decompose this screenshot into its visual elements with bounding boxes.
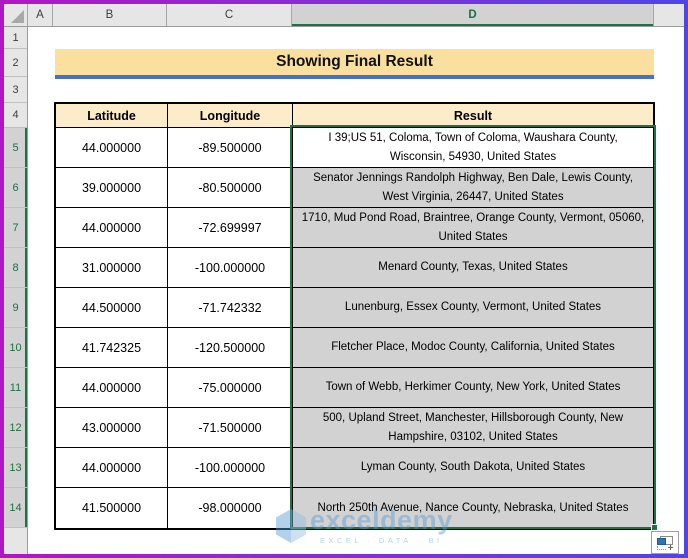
row-header-3[interactable]: 3: [4, 77, 27, 103]
result-cell-active[interactable]: I 39;US 51, Coloma, Town of Coloma, Waus…: [293, 128, 653, 168]
row-header-5[interactable]: 5: [4, 128, 27, 168]
longitude-cell[interactable]: -71.500000: [168, 408, 293, 448]
longitude-cell[interactable]: -100.000000: [168, 448, 293, 488]
result-cell[interactable]: Lyman County, South Dakota, United State…: [293, 448, 653, 488]
row-header-1[interactable]: 1: [4, 27, 27, 49]
result-cell[interactable]: Menard County, Texas, United States: [293, 248, 653, 288]
column-header-b[interactable]: B: [53, 4, 167, 26]
table-row: 44.000000 -72.699997 1710, Mud Pond Road…: [56, 208, 653, 248]
watermark-tagline: EXCEL · DATA · BI: [319, 536, 443, 545]
select-all-button[interactable]: [4, 4, 28, 26]
row-header-12[interactable]: 12: [4, 408, 27, 448]
latitude-cell[interactable]: 31.000000: [56, 248, 168, 288]
table-row: 41.500000 -98.000000 North 250th Avenue,…: [56, 488, 653, 528]
result-cell[interactable]: 500, Upland Street, Manchester, Hillsbor…: [293, 408, 653, 448]
longitude-cell[interactable]: -100.000000: [168, 248, 293, 288]
row-header-10[interactable]: 10: [4, 328, 27, 368]
latitude-cell[interactable]: 44.000000: [56, 368, 168, 408]
longitude-cell[interactable]: -120.500000: [168, 328, 293, 368]
latitude-cell[interactable]: 41.742325: [56, 328, 168, 368]
longitude-cell[interactable]: -80.500000: [168, 168, 293, 208]
longitude-cell[interactable]: -98.000000: [168, 488, 293, 528]
result-cell[interactable]: Senator Jennings Randolph Highway, Ben D…: [293, 168, 653, 208]
longitude-cell[interactable]: -71.742332: [168, 288, 293, 328]
row-header-7[interactable]: 7: [4, 208, 27, 248]
header-latitude[interactable]: Latitude: [56, 104, 168, 128]
row-header-2[interactable]: 2: [4, 49, 27, 77]
column-header-filler: [654, 4, 684, 26]
result-cell[interactable]: Lunenburg, Essex County, Vermont, United…: [293, 288, 653, 328]
column-header-d-selected[interactable]: D: [292, 4, 654, 26]
screenshot-frame: A B C D 1 2 3 4 5 6 7 8 9 10 11 12 13 14…: [0, 0, 688, 558]
row-header-14[interactable]: 14: [4, 488, 27, 528]
row-header-11[interactable]: 11: [4, 368, 27, 408]
result-cell[interactable]: Fletcher Place, Modoc County, California…: [293, 328, 653, 368]
latitude-cell[interactable]: 44.000000: [56, 448, 168, 488]
row-header-6[interactable]: 6: [4, 168, 27, 208]
latitude-cell[interactable]: 41.500000: [56, 488, 168, 528]
result-cell[interactable]: North 250th Avenue, Nance County, Nebras…: [293, 488, 653, 528]
row-header-15-partial[interactable]: [4, 528, 27, 554]
longitude-cell[interactable]: -89.500000: [168, 128, 293, 168]
table-row: 39.000000 -80.500000 Senator Jennings Ra…: [56, 168, 653, 208]
paste-options-button[interactable]: +: [651, 531, 679, 554]
title-accent-bar: [55, 75, 654, 79]
worksheet: A B C D 1 2 3 4 5 6 7 8 9 10 11 12 13 14…: [4, 4, 684, 554]
row-header-8[interactable]: 8: [4, 248, 27, 288]
table-row: 44.500000 -71.742332 Lunenburg, Essex Co…: [56, 288, 653, 328]
column-header-a[interactable]: A: [28, 4, 53, 26]
fill-handle[interactable]: [651, 524, 658, 531]
row-header-13[interactable]: 13: [4, 448, 27, 488]
longitude-cell[interactable]: -75.000000: [168, 368, 293, 408]
table-row: 41.742325 -120.500000 Fletcher Place, Mo…: [56, 328, 653, 368]
table-row: 44.000000 -89.500000 I 39;US 51, Coloma,…: [56, 128, 653, 168]
row-header-9[interactable]: 9: [4, 288, 27, 328]
select-all-triangle-icon: [11, 10, 24, 23]
latitude-cell[interactable]: 39.000000: [56, 168, 168, 208]
results-table: Latitude Longitude Result 44.000000 -89.…: [54, 102, 655, 530]
table-header-row: Latitude Longitude Result: [56, 104, 653, 128]
row-header-4[interactable]: 4: [4, 103, 27, 128]
latitude-cell[interactable]: 44.000000: [56, 208, 168, 248]
paste-options-icon: +: [656, 535, 674, 553]
result-cell[interactable]: Town of Webb, Herkimer County, New York,…: [293, 368, 653, 408]
column-header-c[interactable]: C: [167, 4, 292, 26]
title-cell[interactable]: Showing Final Result: [55, 49, 654, 75]
table-row: 44.000000 -100.000000 Lyman County, Sout…: [56, 448, 653, 488]
result-cell[interactable]: 1710, Mud Pond Road, Braintree, Orange C…: [293, 208, 653, 248]
table-row: 31.000000 -100.000000 Menard County, Tex…: [56, 248, 653, 288]
longitude-cell[interactable]: -72.699997: [168, 208, 293, 248]
header-result[interactable]: Result: [293, 104, 653, 128]
latitude-cell[interactable]: 44.000000: [56, 128, 168, 168]
table-row: 43.000000 -71.500000 500, Upland Street,…: [56, 408, 653, 448]
latitude-cell[interactable]: 43.000000: [56, 408, 168, 448]
table-row: 44.000000 -75.000000 Town of Webb, Herki…: [56, 368, 653, 408]
latitude-cell[interactable]: 44.500000: [56, 288, 168, 328]
row-header-strip: 1 2 3 4 5 6 7 8 9 10 11 12 13 14: [4, 27, 28, 554]
header-longitude[interactable]: Longitude: [168, 104, 293, 128]
column-header-strip: A B C D: [4, 4, 684, 27]
